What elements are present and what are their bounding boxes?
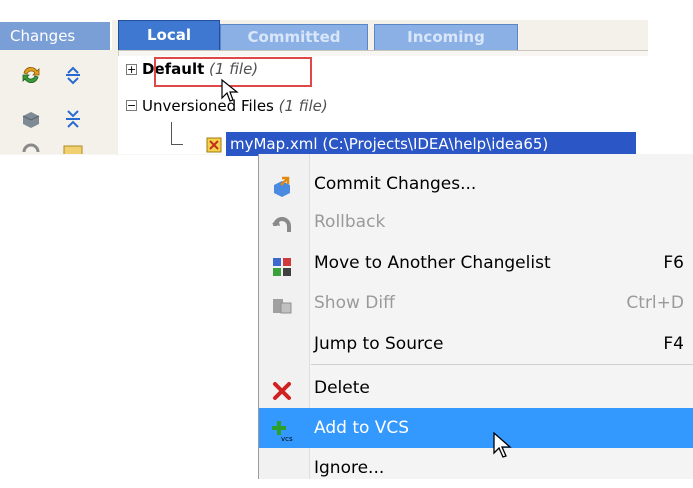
unversioned-files-label: Unversioned Files [142, 97, 274, 115]
move-changelist-icon [271, 252, 293, 276]
rollback-icon [271, 211, 293, 233]
commit-toolbar-icon[interactable] [20, 108, 42, 130]
diff-icon [271, 292, 293, 314]
file-row-mymap[interactable]: myMap.xml (C:\Projects\IDEA\help\idea65) [226, 132, 636, 156]
tab-committed[interactable]: Committed [220, 24, 368, 50]
changes-toolbar [0, 50, 119, 154]
undo-icon[interactable] [20, 142, 42, 154]
menu-item-commit-changes[interactable]: Commit Changes... [259, 164, 693, 204]
tab-local[interactable]: Local [118, 20, 220, 50]
tree-connector-h [171, 144, 183, 145]
menu-item-show-diff[interactable]: Show Diff Ctrl+D [259, 283, 693, 323]
menu-item-move-to-another-changelist[interactable]: Move to Another Changelist F6 [259, 243, 693, 283]
unversioned-files-count: (1 file) [278, 97, 328, 115]
expand-toggle-unversioned[interactable]: − [126, 100, 137, 111]
tab-bar: Local Committed Incoming [112, 20, 648, 50]
expand-toggle-default[interactable]: + [126, 64, 137, 75]
menu-separator [311, 364, 693, 365]
menu-item-rollback[interactable]: Rollback [259, 202, 693, 242]
menu-item-jump-to-source[interactable]: Jump to Source F4 [259, 324, 693, 364]
tool-window-title[interactable]: Changes [0, 22, 110, 50]
delete-icon [271, 377, 293, 400]
expand-all-icon[interactable] [62, 64, 84, 86]
xml-file-icon [206, 137, 222, 153]
svg-text:vcs: vcs [281, 435, 293, 442]
add-vcs-icon: vcs [271, 417, 293, 443]
menu-item-delete[interactable]: Delete [259, 368, 693, 408]
menu-item-ignore[interactable]: Ignore... [259, 448, 693, 488]
context-menu: Commit Changes... Rollback Move to Anoth… [258, 154, 693, 479]
tab-incoming[interactable]: Incoming [374, 24, 518, 50]
folder-icon[interactable] [62, 142, 84, 154]
refresh-icon[interactable] [20, 64, 42, 86]
commit-icon [271, 173, 293, 197]
mouse-cursor-icon [220, 78, 240, 108]
tree-connector [171, 122, 172, 144]
mouse-pointer-icon [492, 431, 514, 465]
menu-item-add-to-vcs[interactable]: vcs Add to VCS [259, 408, 693, 448]
collapse-all-icon[interactable] [62, 108, 84, 130]
